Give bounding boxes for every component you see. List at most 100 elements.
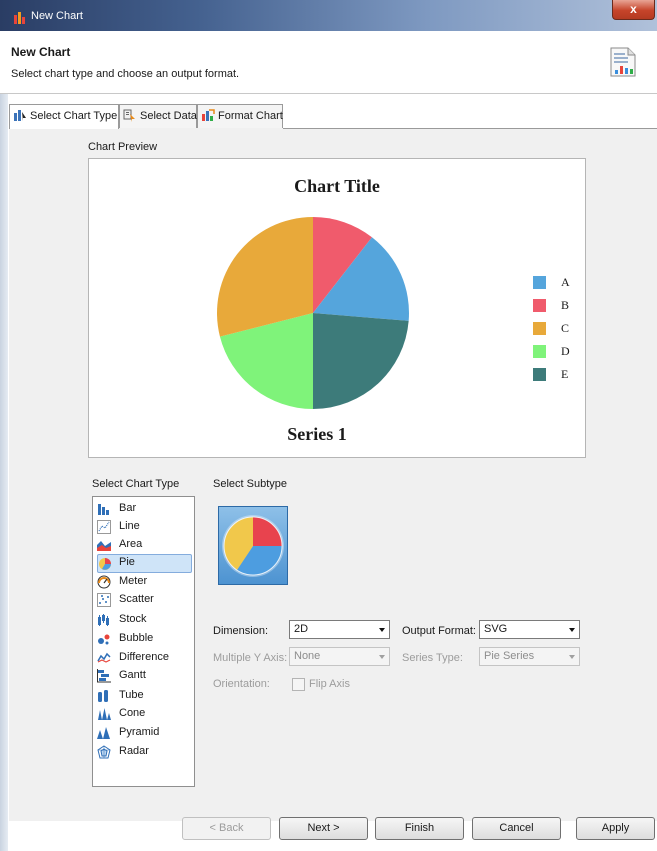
chart-type-pyramid[interactable]: Pyramid xyxy=(97,724,192,743)
stock-chart-icon xyxy=(98,614,109,626)
wizard-header: New Chart Select chart type and choose a… xyxy=(0,31,657,94)
chart-type-radar[interactable]: Radar xyxy=(97,743,192,762)
meter-chart-icon xyxy=(97,575,111,589)
subtype-pie-2d[interactable] xyxy=(218,506,288,585)
chart-app-icon xyxy=(14,12,25,24)
chart-type-label: Tube xyxy=(119,689,144,701)
window-title: New Chart xyxy=(31,10,83,22)
series-type-label: Series Type: xyxy=(402,652,463,664)
legend-label: E xyxy=(561,367,569,381)
multiple-y-axis-value: None xyxy=(294,650,321,662)
tab-label: Format Chart xyxy=(218,110,283,122)
chart-type-area[interactable]: Area xyxy=(97,536,192,555)
dimension-select[interactable]: 2D xyxy=(289,620,390,639)
legend-label: A xyxy=(561,275,570,289)
chart-type-label: Pyramid xyxy=(119,726,160,738)
chart-type-label: Gantt xyxy=(119,669,146,681)
finish-button[interactable]: Finish xyxy=(375,817,464,840)
preview-series-label: Series 1 xyxy=(287,424,347,444)
chart-type-pie[interactable]: Pie xyxy=(97,554,192,573)
chart-type-label: Area xyxy=(119,538,143,550)
tab-select-data[interactable]: Select Data xyxy=(119,104,197,128)
legend-swatch xyxy=(533,368,546,381)
bar-chart-icon xyxy=(98,504,109,515)
pie-chart xyxy=(217,217,409,409)
area-chart-icon xyxy=(97,541,111,551)
chevron-down-icon xyxy=(569,628,575,632)
chart-type-list[interactable]: Bar Line Area Pie Meter Scatter Stock Bubble Dif… xyxy=(92,496,195,787)
orientation-label: Orientation: xyxy=(213,678,270,690)
difference-chart-icon xyxy=(97,652,111,663)
chart-type-label: Stock xyxy=(119,613,147,625)
chart-type-stock[interactable]: Stock xyxy=(97,611,192,630)
flip-axis-label: Flip Axis xyxy=(309,678,350,690)
gantt-chart-icon xyxy=(97,669,111,683)
chart-document-icon xyxy=(610,47,636,77)
chart-type-line[interactable]: Line xyxy=(97,518,192,537)
chevron-down-icon xyxy=(379,628,385,632)
chart-type-cone[interactable]: Cone xyxy=(97,705,192,724)
chart-type-label: Difference xyxy=(119,651,169,663)
chart-type-icon xyxy=(14,109,26,121)
cancel-button[interactable]: Cancel xyxy=(472,817,561,840)
line-chart-icon xyxy=(97,520,111,534)
chevron-down-icon xyxy=(379,655,385,659)
pyramid-chart-icon xyxy=(97,727,110,739)
wizard-description: Select chart type and choose an output f… xyxy=(11,68,240,80)
select-subtype-label: Select Subtype xyxy=(213,478,287,490)
select-data-icon xyxy=(123,109,135,122)
output-format-value: SVG xyxy=(484,623,508,635)
multiple-y-axis-select: None xyxy=(289,647,390,666)
chart-type-difference[interactable]: Difference xyxy=(97,649,192,668)
output-format-label: Output Format: xyxy=(402,625,476,637)
title-bar: New Chart x xyxy=(0,0,657,31)
close-button[interactable]: x xyxy=(612,0,655,20)
bubble-chart-icon xyxy=(98,634,110,645)
chart-type-meter[interactable]: Meter xyxy=(97,573,192,592)
tab-label: Select Chart Type xyxy=(30,110,118,122)
tab-baseline xyxy=(283,128,657,129)
dimension-value: 2D xyxy=(294,623,309,635)
format-chart-icon xyxy=(202,108,215,121)
chart-type-gantt[interactable]: Gantt xyxy=(97,667,192,686)
chart-preview: Chart Title Series 1 ABCDE xyxy=(88,158,586,458)
tab-select-chart-type[interactable]: Select Chart Type xyxy=(9,104,119,129)
tab-format-chart[interactable]: Format Chart xyxy=(197,104,283,128)
chart-type-label: Radar xyxy=(119,745,149,757)
chart-type-label: Bubble xyxy=(119,632,154,644)
chart-type-label: Line xyxy=(119,520,140,532)
next-button[interactable]: Next > xyxy=(279,817,368,840)
chart-type-label: Meter xyxy=(119,575,148,587)
chart-type-label: Pie xyxy=(119,556,135,568)
pie-subtype-icon xyxy=(222,515,284,577)
apply-button[interactable]: Apply xyxy=(576,817,655,840)
window-left-border xyxy=(0,31,8,851)
legend-swatch xyxy=(533,345,546,358)
wizard-title: New Chart xyxy=(11,45,71,59)
chevron-down-icon xyxy=(569,655,575,659)
chart-type-bar[interactable]: Bar xyxy=(97,500,192,519)
pie-slice-e xyxy=(313,313,409,409)
multiple-y-axis-label: Multiple Y Axis: xyxy=(213,652,288,664)
chart-type-tube[interactable]: Tube xyxy=(97,687,192,706)
flip-axis-checkbox xyxy=(292,678,305,691)
chart-type-label: Cone xyxy=(119,707,146,719)
legend-swatch xyxy=(533,276,546,289)
legend-swatch xyxy=(533,299,546,312)
series-type-value: Pie Series xyxy=(484,650,535,662)
chart-type-scatter[interactable]: Scatter xyxy=(97,591,192,610)
output-format-select[interactable]: SVG xyxy=(479,620,580,639)
series-type-select: Pie Series xyxy=(479,647,580,666)
chart-type-label: Scatter xyxy=(119,593,154,605)
pie-chart-icon xyxy=(99,558,111,570)
legend-label: D xyxy=(561,344,570,358)
tube-chart-icon xyxy=(98,690,108,702)
select-chart-type-label: Select Chart Type xyxy=(92,478,180,490)
chart-type-bubble[interactable]: Bubble xyxy=(97,630,192,649)
cone-chart-icon xyxy=(98,708,111,720)
back-button: < Back xyxy=(182,817,271,840)
radar-chart-icon xyxy=(97,745,111,759)
legend-label: B xyxy=(561,298,570,312)
chart-type-label: Bar xyxy=(119,502,137,514)
tab-label: Select Data xyxy=(140,110,197,122)
